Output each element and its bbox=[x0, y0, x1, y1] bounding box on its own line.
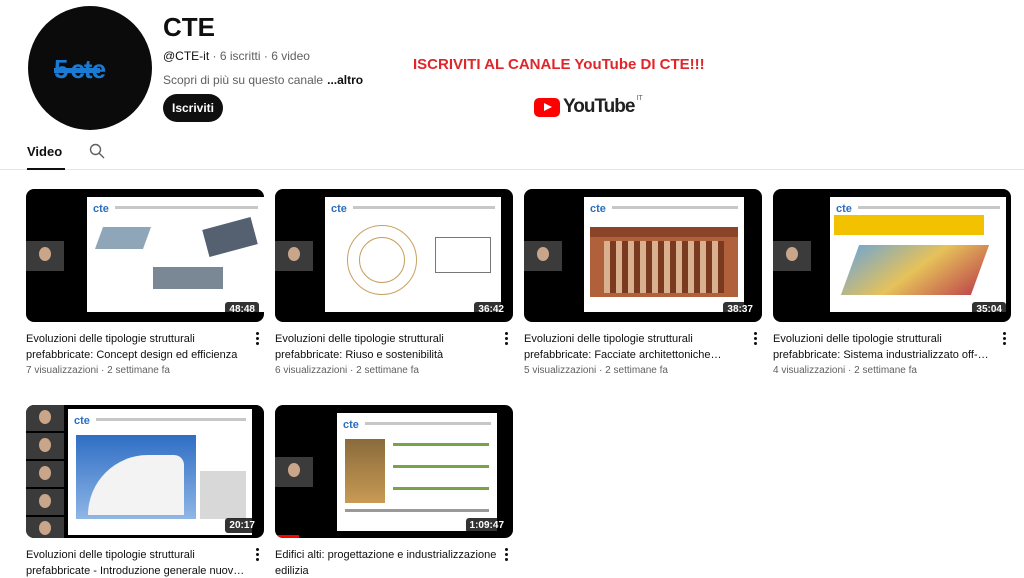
video-views: 5 visualizzazioni bbox=[524, 365, 597, 376]
video-views: 6 visualizzazioni bbox=[275, 365, 348, 376]
video-duration: 1:09:47 bbox=[465, 518, 508, 533]
slide-preview: cte bbox=[68, 409, 252, 535]
video-title[interactable]: Evoluzioni delle tipologie strutturali p… bbox=[275, 331, 497, 363]
video-views: 7 visualizzazioni bbox=[26, 365, 99, 376]
meta-separator: · bbox=[848, 365, 852, 376]
video-age: 2 settimane fa bbox=[854, 365, 917, 376]
more-options-icon[interactable] bbox=[254, 548, 260, 562]
video-thumbnail[interactable]: cte 1:09:47 bbox=[275, 405, 513, 538]
channel-about[interactable]: Scopri di più su questo canale ...altro bbox=[163, 73, 363, 87]
webcam-feed bbox=[26, 405, 64, 431]
video-meta: 5 visualizzazioni · 2 settimane fa bbox=[524, 365, 668, 376]
meta-separator: · bbox=[212, 49, 217, 63]
video-title[interactable]: Evoluzioni delle tipologie strutturali p… bbox=[26, 547, 248, 578]
video-duration: 48:48 bbox=[225, 302, 259, 317]
more-options-icon[interactable] bbox=[752, 332, 758, 346]
youtube-wordmark: YouTube bbox=[563, 96, 635, 117]
channel-header: 5cte CTE @CTE-it · 6 iscritti · 6 video … bbox=[0, 0, 1024, 135]
slide-logo: cte bbox=[590, 203, 606, 215]
slide-logo: cte bbox=[74, 415, 90, 427]
video-thumbnail[interactable]: cte 35:04 bbox=[773, 189, 1011, 322]
webcam-feed bbox=[26, 461, 64, 487]
slide-preview: cte bbox=[337, 413, 497, 531]
channel-handle: @CTE-it bbox=[163, 49, 210, 63]
webcam-feed bbox=[275, 457, 313, 487]
meta-separator: · bbox=[350, 365, 354, 376]
subscribe-button[interactable]: Iscriviti bbox=[163, 94, 223, 122]
meta-separator: · bbox=[599, 365, 603, 376]
video-age: 2 settimane fa bbox=[356, 365, 419, 376]
more-options-icon[interactable] bbox=[503, 548, 509, 562]
video-age: 2 settimane fa bbox=[605, 365, 668, 376]
slide-preview: cte bbox=[584, 197, 744, 312]
youtube-play-icon bbox=[534, 97, 560, 117]
channel-logo-bar bbox=[54, 68, 100, 73]
tab-video[interactable]: Video bbox=[27, 144, 65, 170]
channel-meta: @CTE-it · 6 iscritti · 6 video bbox=[163, 49, 310, 63]
video-meta: 4 visualizzazioni · 2 settimane fa bbox=[773, 365, 917, 376]
video-duration: 35:04 bbox=[972, 302, 1006, 317]
slide-logo: cte bbox=[343, 419, 359, 431]
video-thumbnail[interactable]: cte 36:42 bbox=[275, 189, 513, 322]
more-options-icon[interactable] bbox=[503, 332, 509, 346]
webcam-feed bbox=[275, 241, 313, 271]
search-icon[interactable] bbox=[89, 143, 105, 159]
youtube-logo: YouTube IT bbox=[534, 94, 643, 118]
video-title[interactable]: Evoluzioni delle tipologie strutturali p… bbox=[773, 331, 995, 363]
webcam-feed bbox=[773, 241, 811, 271]
slide-preview: cte bbox=[325, 197, 501, 312]
webcam-feed bbox=[26, 433, 64, 459]
watch-progress-bar bbox=[275, 535, 299, 538]
webcam-feed bbox=[26, 489, 64, 515]
channel-about-text: Scopri di più su questo canale bbox=[163, 73, 324, 87]
video-title[interactable]: Edifici alti: progettazione e industrial… bbox=[275, 547, 497, 578]
webcam-feed bbox=[524, 241, 562, 271]
meta-separator: · bbox=[101, 365, 105, 376]
channel-subscribers: 6 iscritti bbox=[219, 49, 261, 63]
video-meta: 7 visualizzazioni · 2 settimane fa bbox=[26, 365, 170, 376]
channel-name: CTE bbox=[163, 12, 215, 42]
slide-preview: cte bbox=[87, 197, 264, 312]
channel-tabs: Video bbox=[0, 138, 1024, 170]
webcam-feed bbox=[26, 517, 64, 538]
video-thumbnail[interactable]: cte 48:48 bbox=[26, 189, 264, 322]
video-views: 4 visualizzazioni bbox=[773, 365, 846, 376]
video-thumbnail[interactable]: cte 38:37 bbox=[524, 189, 762, 322]
video-thumbnail[interactable]: cte 20:17 bbox=[26, 405, 264, 538]
video-duration: 36:42 bbox=[474, 302, 508, 317]
slide-preview: cte bbox=[830, 197, 1006, 312]
webcam-feed bbox=[26, 241, 64, 271]
video-meta: 6 visualizzazioni · 2 settimane fa bbox=[275, 365, 419, 376]
slide-logo: cte bbox=[836, 203, 852, 215]
channel-avatar[interactable]: 5cte bbox=[28, 6, 152, 130]
more-options-icon[interactable] bbox=[1001, 332, 1007, 346]
video-duration: 38:37 bbox=[723, 302, 757, 317]
channel-videos-count: 6 video bbox=[271, 49, 310, 63]
promo-banner-text: ISCRIVITI AL CANALE YouTube DI CTE!!! bbox=[413, 56, 705, 73]
slide-logo: cte bbox=[93, 203, 109, 215]
youtube-region: IT bbox=[636, 94, 643, 102]
meta-separator: · bbox=[263, 49, 268, 63]
video-age: 2 settimane fa bbox=[107, 365, 170, 376]
video-title[interactable]: Evoluzioni delle tipologie strutturali p… bbox=[524, 331, 746, 363]
more-options-icon[interactable] bbox=[254, 332, 260, 346]
video-duration: 20:17 bbox=[225, 518, 259, 533]
video-title[interactable]: Evoluzioni delle tipologie strutturali p… bbox=[26, 331, 248, 363]
channel-about-more[interactable]: ...altro bbox=[327, 73, 363, 87]
slide-logo: cte bbox=[331, 203, 347, 215]
